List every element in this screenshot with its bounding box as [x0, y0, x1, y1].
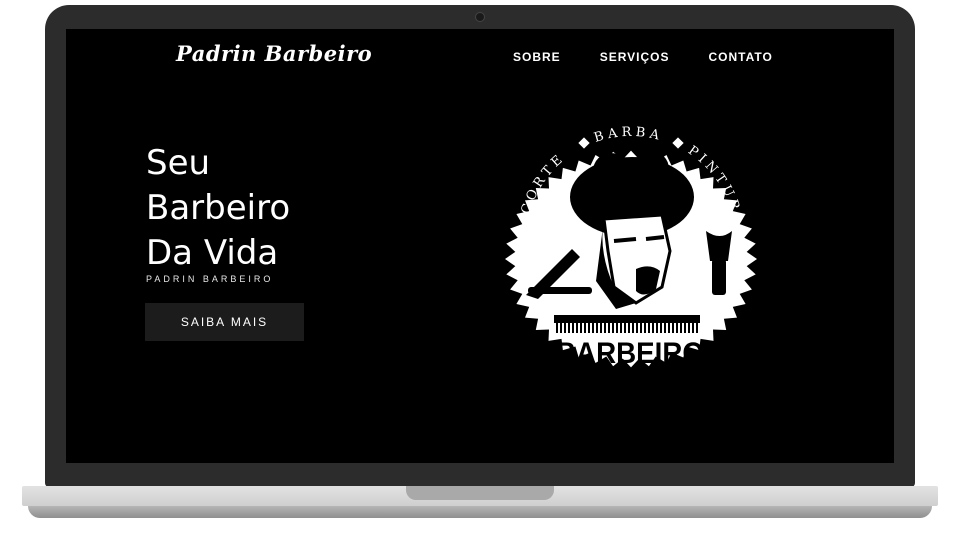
hero-subtitle: PADRIN BARBEIRO [146, 274, 274, 284]
nav-link-sobre[interactable]: SOBRE [513, 50, 561, 64]
svg-text:BARBA: BARBA [592, 125, 664, 146]
website-screen: Padrin Barbeiro SOBRE SERVIÇOS CONTATO S… [66, 29, 894, 463]
nav-link-servicos[interactable]: SERVIÇOS [600, 50, 670, 64]
laptop-notch [406, 486, 554, 500]
arc-diamond-icon [578, 137, 590, 149]
badge-wordmark: BARBEIRO [556, 337, 704, 370]
badge-script: Padrin [593, 368, 667, 391]
hero-title-line-1: Seu [146, 143, 211, 183]
hero-title: Seu Barbeiro Da Vida [146, 141, 290, 276]
barber-badge-logo: CORTE BARBA PINTURA BARBEIRO Padrin [505, 125, 757, 391]
main-nav: SOBRE SERVIÇOS CONTATO [513, 50, 773, 64]
hero-title-line-3: Da Vida [146, 233, 279, 273]
brand-logo-text[interactable]: Padrin Barbeiro [176, 41, 372, 66]
webcam-icon [475, 12, 485, 22]
hero-title-line-2: Barbeiro [146, 188, 291, 228]
saiba-mais-button[interactable]: SAIBA MAIS [145, 303, 304, 341]
arc-diamond-icon [672, 137, 684, 149]
nav-link-contato[interactable]: CONTATO [709, 50, 773, 64]
arc-word-barba: BARBA [592, 125, 664, 146]
laptop-base-edge [28, 506, 932, 518]
